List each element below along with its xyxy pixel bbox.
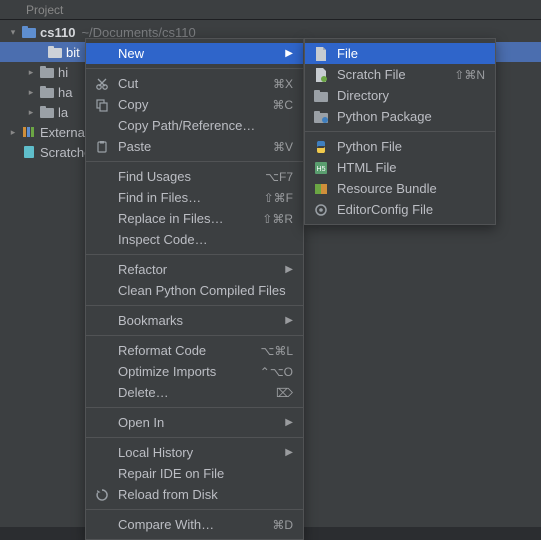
tree-item-label: ha xyxy=(58,85,72,100)
submenu-resource-bundle[interactable]: Resource Bundle xyxy=(305,178,495,199)
tree-item-label: hi xyxy=(58,65,68,80)
chevron-right-icon: ▸ xyxy=(26,67,36,78)
separator xyxy=(86,407,303,408)
chevron-right-icon: ▶ xyxy=(285,264,293,275)
cut-icon xyxy=(94,76,110,92)
tree-item-label: bit xyxy=(66,45,80,60)
python-file-icon xyxy=(313,139,329,155)
tree-item-label: la xyxy=(58,105,68,120)
menu-compare-with[interactable]: Compare With… ⌘D xyxy=(86,514,303,535)
project-tool-window-header: Project xyxy=(0,0,541,20)
folder-icon xyxy=(40,86,54,98)
tree-root-name: cs110 xyxy=(40,25,75,40)
menu-copy-path[interactable]: Copy Path/Reference… xyxy=(86,115,303,136)
reload-icon xyxy=(94,487,110,503)
menu-reformat-code[interactable]: Reformat Code ⌥⌘L xyxy=(86,340,303,361)
chevron-right-icon: ▸ xyxy=(26,107,36,118)
svg-text:H5: H5 xyxy=(317,166,326,173)
file-icon xyxy=(313,46,329,62)
separator xyxy=(305,131,495,132)
menu-inspect-code[interactable]: Inspect Code… xyxy=(86,229,303,250)
menu-open-in[interactable]: Open In ▶ xyxy=(86,412,303,433)
separator xyxy=(86,68,303,69)
library-icon xyxy=(22,126,36,138)
submenu-file[interactable]: File xyxy=(305,43,495,64)
project-label: Project xyxy=(26,3,63,17)
submenu-html-file[interactable]: H5 HTML File xyxy=(305,157,495,178)
chevron-down-icon: ▾ xyxy=(8,27,18,38)
menu-bookmarks[interactable]: Bookmarks ▶ xyxy=(86,310,303,331)
submenu-directory[interactable]: Directory xyxy=(305,85,495,106)
separator xyxy=(86,335,303,336)
chevron-right-icon: ▶ xyxy=(285,48,293,59)
scratch-file-icon xyxy=(313,67,329,83)
menu-replace-in-files[interactable]: Replace in Files… ⇧⌘R xyxy=(86,208,303,229)
separator xyxy=(86,161,303,162)
menu-find-usages[interactable]: Find Usages ⌥F7 xyxy=(86,166,303,187)
separator xyxy=(86,509,303,510)
menu-new[interactable]: New ▶ xyxy=(86,43,303,64)
resource-bundle-icon xyxy=(313,181,329,197)
menu-copy[interactable]: Copy ⌘C xyxy=(86,94,303,115)
scratch-icon xyxy=(22,146,36,158)
separator xyxy=(86,437,303,438)
python-package-icon xyxy=(313,109,329,125)
folder-icon xyxy=(22,26,36,38)
folder-icon xyxy=(40,66,54,78)
gear-icon xyxy=(313,202,329,218)
submenu-editorconfig[interactable]: EditorConfig File xyxy=(305,199,495,220)
context-menu: New ▶ Cut ⌘X Copy ⌘C Copy Path/Reference… xyxy=(85,38,304,540)
submenu-python-package[interactable]: Python Package xyxy=(305,106,495,127)
menu-find-in-files[interactable]: Find in Files… ⇧⌘F xyxy=(86,187,303,208)
chevron-right-icon: ▶ xyxy=(285,315,293,326)
menu-refactor[interactable]: Refactor ▶ xyxy=(86,259,303,280)
menu-clean-pyc[interactable]: Clean Python Compiled Files xyxy=(86,280,303,301)
chevron-right-icon: ▸ xyxy=(8,127,18,138)
menu-repair-ide[interactable]: Repair IDE on File xyxy=(86,463,303,484)
menu-cut[interactable]: Cut ⌘X xyxy=(86,73,303,94)
folder-icon xyxy=(313,88,329,104)
menu-optimize-imports[interactable]: Optimize Imports ⌃⌥O xyxy=(86,361,303,382)
chevron-right-icon: ▸ xyxy=(26,87,36,98)
chevron-right-icon: ▶ xyxy=(285,417,293,428)
separator xyxy=(86,305,303,306)
folder-icon xyxy=(48,46,62,58)
chevron-right-icon: ▶ xyxy=(285,447,293,458)
copy-icon xyxy=(94,97,110,113)
separator xyxy=(86,254,303,255)
html-file-icon: H5 xyxy=(313,160,329,176)
menu-delete[interactable]: Delete… ⌦ xyxy=(86,382,303,403)
submenu-python-file[interactable]: Python File xyxy=(305,136,495,157)
menu-local-history[interactable]: Local History ▶ xyxy=(86,442,303,463)
submenu-scratch-file[interactable]: Scratch File ⇧⌘N xyxy=(305,64,495,85)
paste-icon xyxy=(94,139,110,155)
folder-icon xyxy=(40,106,54,118)
menu-reload-disk[interactable]: Reload from Disk xyxy=(86,484,303,505)
new-submenu: File Scratch File ⇧⌘N Directory Python P… xyxy=(304,38,496,225)
menu-paste[interactable]: Paste ⌘V xyxy=(86,136,303,157)
